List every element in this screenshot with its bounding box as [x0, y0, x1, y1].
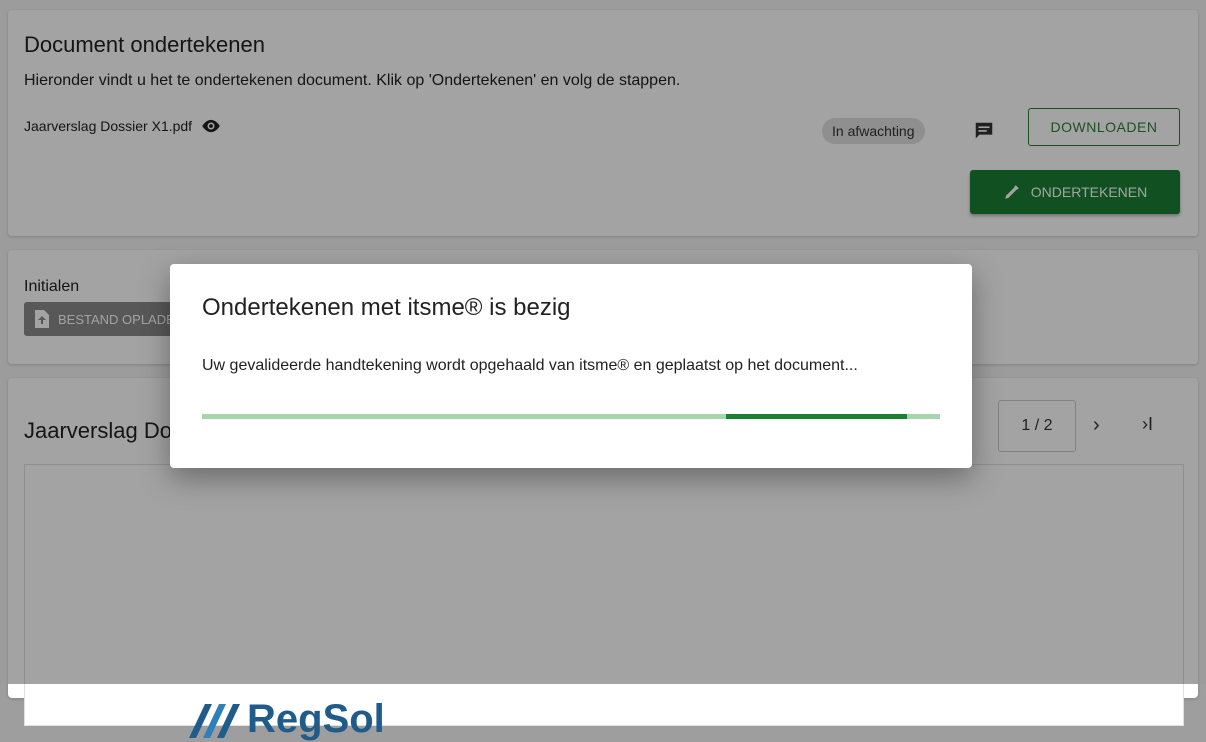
regsol-logo-icon [189, 703, 240, 738]
signing-progress-dialog: Ondertekenen met itsme® is bezig Uw geva… [170, 264, 972, 468]
dialog-title: Ondertekenen met itsme® is bezig [202, 294, 571, 321]
dialog-message: Uw gevalideerde handtekening wordt opgeh… [202, 357, 858, 374]
regsol-logo-text: RegSol [247, 697, 385, 741]
progress-bar-fill [725, 414, 907, 419]
regsol-logo: RegSol [187, 697, 385, 742]
progress-bar [202, 414, 940, 419]
